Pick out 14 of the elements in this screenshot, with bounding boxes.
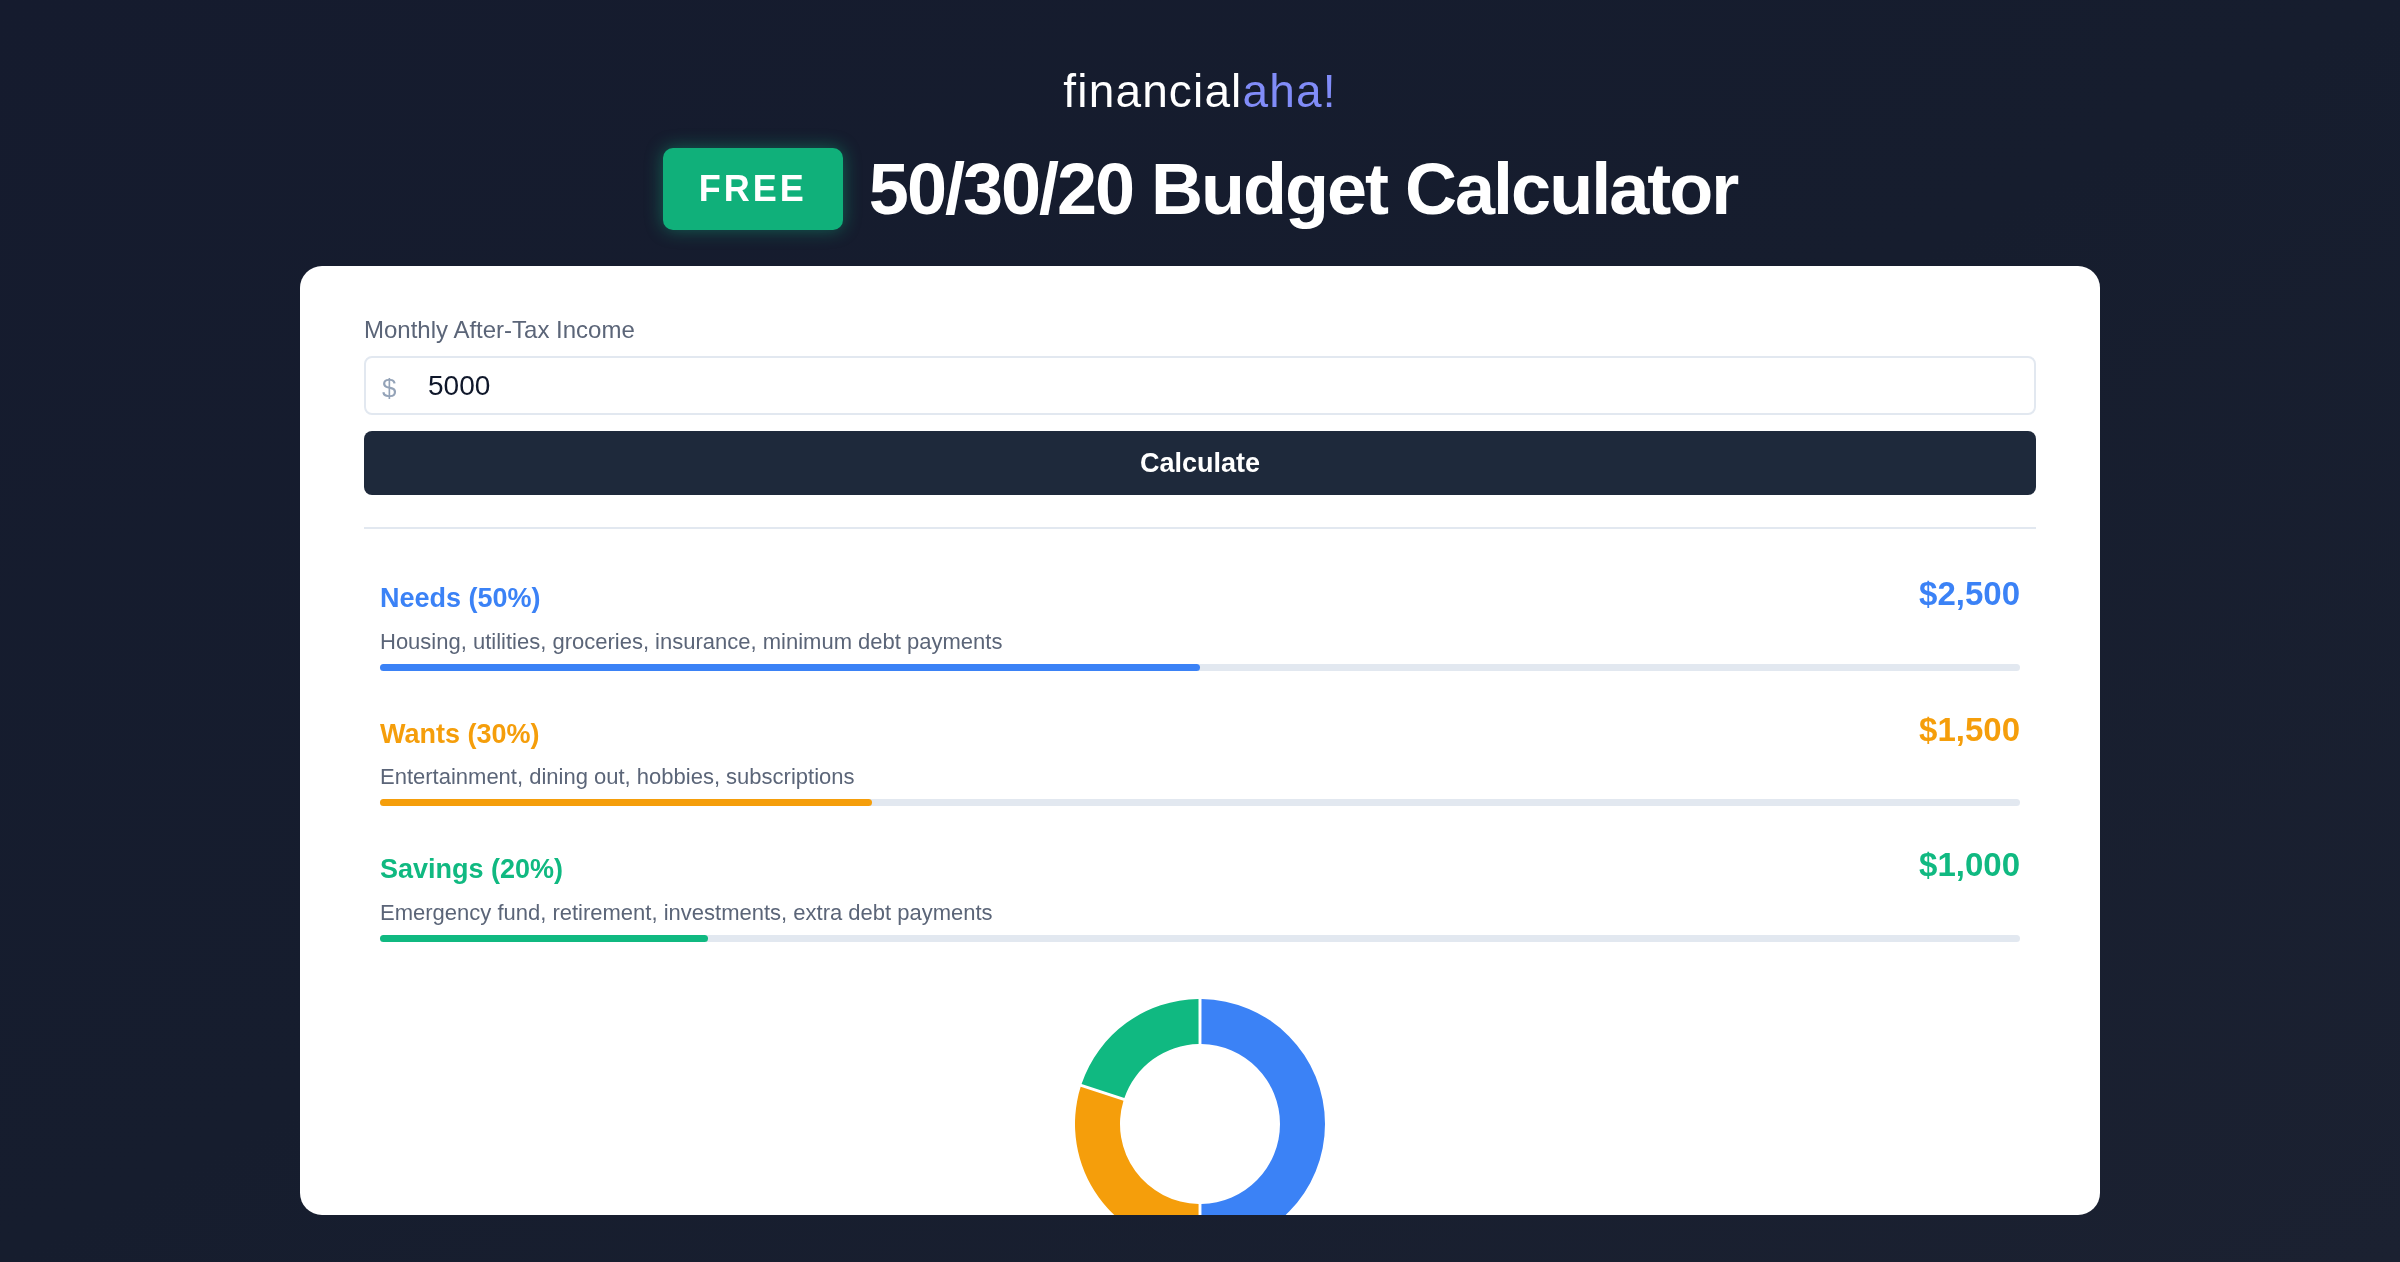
category-description: Entertainment, dining out, hobbies, subscriptions — [380, 763, 856, 791]
brand-logo: financialaha! — [1063, 68, 1337, 114]
category-amount: $2,500 — [1919, 574, 2020, 614]
category-name: Needs (50%) — [380, 582, 541, 615]
category-name: Savings (20%) — [380, 853, 564, 886]
calculate-button[interactable]: Calculate — [364, 431, 2036, 495]
free-badge: FREE — [662, 148, 843, 230]
field-label: Monthly After-Tax Income — [364, 315, 636, 345]
category-amount: $1,500 — [1919, 709, 2020, 750]
category-amount: $1,000 — [1919, 845, 2020, 885]
category-description: Emergency fund, retirement, investments, extra debt payments — [380, 898, 994, 927]
category-name: Wants (30%) — [380, 717, 540, 751]
currency-prefix: $ — [382, 372, 397, 405]
category-description: Housing, utilities, groceries, insurance, minimum debt payments — [380, 627, 1004, 656]
